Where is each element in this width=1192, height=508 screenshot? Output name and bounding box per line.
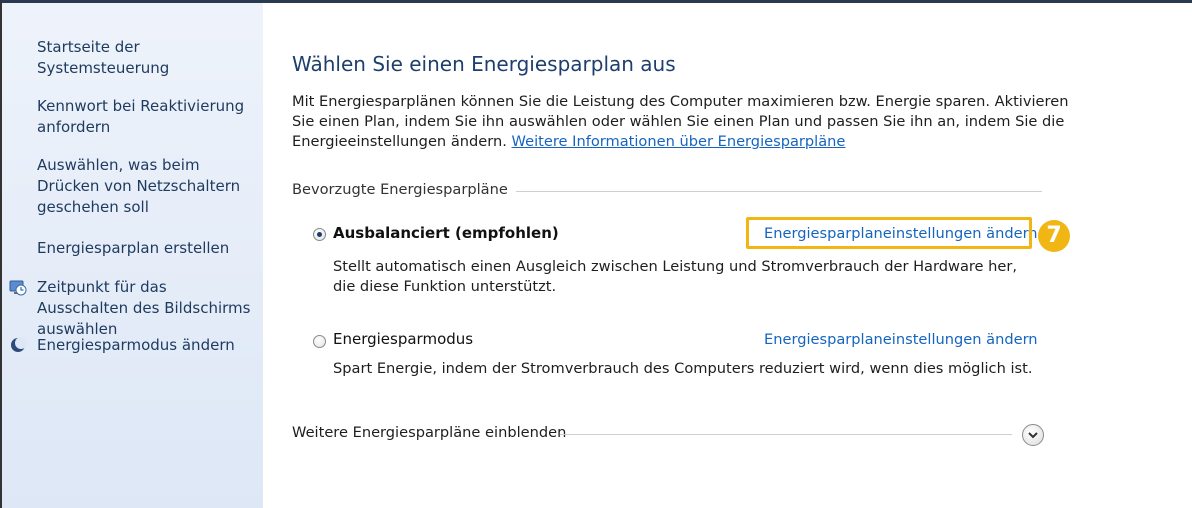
page-title: Wählen Sie einen Energiesparplan aus xyxy=(292,52,676,76)
more-info-link[interactable]: Weitere Informationen über Energiesparpl… xyxy=(512,133,846,150)
page-description: Mit Energiesparplänen können Sie die Lei… xyxy=(292,92,1072,152)
more-plans-divider xyxy=(560,434,1012,435)
step-badge: 7 xyxy=(1038,220,1070,252)
plan-balanced-name[interactable]: Ausbalanciert (empfohlen) xyxy=(333,224,559,242)
sidebar-item-sleep-mode[interactable]: Energiesparmodus ändern xyxy=(37,335,257,356)
sidebar-item-display-off[interactable]: Zeitpunkt für das Ausschalten des Bildsc… xyxy=(37,277,257,340)
sidebar-item-power-buttons[interactable]: Auswählen, was beim Drücken von Netzscha… xyxy=(37,155,257,218)
expand-button[interactable] xyxy=(1022,424,1044,446)
plan-balanced-radio[interactable] xyxy=(313,228,326,241)
preferred-plans-group: Bevorzugte Energiesparpläne xyxy=(292,181,1042,201)
sidebar-item-control-panel-home[interactable]: Startseite der Systemsteuerung xyxy=(37,37,257,79)
plan-power-saver-name[interactable]: Energiesparmodus xyxy=(333,330,473,348)
more-plans-row: Weitere Energiesparpläne einblenden xyxy=(292,424,1052,446)
highlight-box xyxy=(746,217,1032,249)
sidebar-item-require-password[interactable]: Kennwort bei Reaktivierung anfordern xyxy=(37,96,257,138)
sidebar-item-create-plan[interactable]: Energiesparplan erstellen xyxy=(37,238,257,259)
moon-icon xyxy=(11,337,27,352)
group-label: Bevorzugte Energiesparpläne xyxy=(292,181,516,198)
more-plans-label: Weitere Energiesparpläne einblenden xyxy=(292,424,567,441)
plan-power-saver-description: Spart Energie, indem der Stromverbrauch … xyxy=(333,360,1033,377)
plan-power-saver-settings-link[interactable]: Energiesparplaneinstellungen ändern xyxy=(764,331,1038,348)
chevron-down-icon xyxy=(1028,432,1038,439)
plan-power-saver-radio[interactable] xyxy=(313,335,326,348)
plan-balanced-description: Stellt automatisch einen Ausgleich zwisc… xyxy=(333,258,1018,295)
display-clock-icon xyxy=(9,280,27,296)
